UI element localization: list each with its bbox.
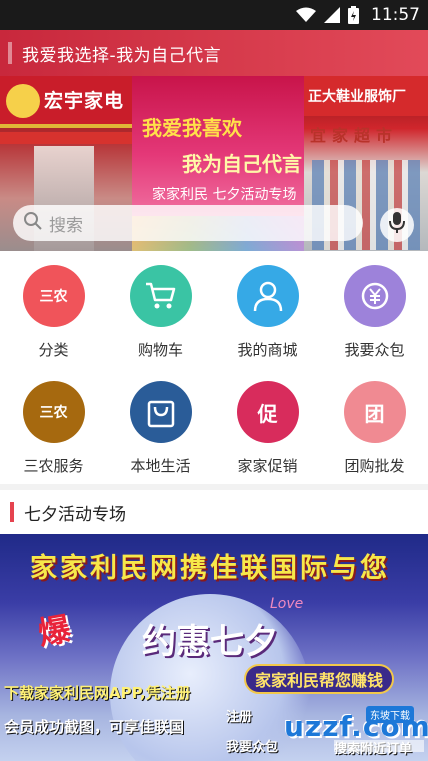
signal-icon xyxy=(324,7,340,23)
sannong-service-icon: 三农 xyxy=(22,381,85,443)
battery-charging-icon xyxy=(348,6,359,24)
sannong-icon: 三农 xyxy=(22,265,85,327)
app-screen: 11:57 我爱我选择-我为自己代言 宏宇家电 我爱我喜欢 我为自己代言 家家利… xyxy=(0,0,428,761)
yuan-icon xyxy=(343,265,406,327)
store-sign-right: 正大鞋业服饰厂 xyxy=(304,76,428,116)
grid-label: 购物车 xyxy=(137,341,183,359)
section-title: 七夕活动专场 xyxy=(24,504,126,525)
store-logo xyxy=(6,84,40,118)
store-name: 宏宇家电 xyxy=(44,90,125,112)
grid-label: 我要众包 xyxy=(344,341,405,359)
grid-label: 分类 xyxy=(38,341,69,359)
app-header: 我爱我选择-我为自己代言 xyxy=(0,30,428,76)
grid-item-category[interactable]: 三农 分类 xyxy=(0,251,107,367)
status-bar: 11:57 xyxy=(0,0,428,30)
microphone-icon xyxy=(389,212,405,238)
feature-grid: 三农 分类 购物车 我的商城 我要众包 三农 三农服务 本地生活 促 家家促销 … xyxy=(0,251,428,484)
banner-line-1: 我爱我喜欢 xyxy=(142,116,242,140)
watermark: uzzf.com 东坡下载 xyxy=(254,704,428,752)
group-buy-icon: 团 xyxy=(343,381,406,443)
store-sub-right: 宜家超市 xyxy=(310,126,399,145)
watermark-sub: 东坡下载 xyxy=(366,706,414,723)
promo-badge: 家家利民帮您赚钱 xyxy=(244,664,394,694)
cart-icon xyxy=(129,265,192,327)
grid-item-crowdsource[interactable]: 我要众包 xyxy=(321,251,428,367)
grid-item-promotion[interactable]: 促 家家促销 xyxy=(214,367,321,483)
search-placeholder: 搜索 xyxy=(49,215,83,236)
grid-item-cart[interactable]: 购物车 xyxy=(107,251,214,367)
grid-label: 三农服务 xyxy=(23,457,84,475)
promotion-icon: 促 xyxy=(236,381,299,443)
shopping-bag-icon xyxy=(129,381,192,443)
grid-label: 家家促销 xyxy=(237,457,298,475)
store-name-right: 正大鞋业服饰厂 xyxy=(308,89,406,105)
promo-qixi: 约惠七夕 xyxy=(142,622,278,662)
section-header: 七夕活动专场 xyxy=(0,490,428,534)
promo-bao: 爆 xyxy=(35,609,74,653)
banner-line-2: 我为自己代言 xyxy=(182,152,302,176)
wifi-icon xyxy=(296,7,316,23)
voice-search-button[interactable] xyxy=(380,208,414,242)
search-icon xyxy=(23,211,43,235)
promo-love: Love xyxy=(270,596,304,612)
section-accent xyxy=(10,502,14,522)
header-accent xyxy=(8,42,12,64)
banner-line-3: 家家利民 七夕活动专场 xyxy=(152,187,297,203)
store-sign: 宏宇家电 xyxy=(0,76,132,128)
grid-item-local-life[interactable]: 本地生活 xyxy=(107,367,214,483)
promo-line-2: 会员成功截图，可享佳联国 xyxy=(4,718,185,736)
grid-label: 本地生活 xyxy=(130,457,191,475)
promo-headline: 家家利民网携佳联国际与您 xyxy=(30,553,390,584)
grid-label: 我的商城 xyxy=(237,341,298,359)
promo-line-1: 下载家家利民网APP,凭注册 xyxy=(4,684,191,702)
grid-item-group-buy[interactable]: 团 团购批发 xyxy=(321,367,428,483)
promo-line-3: 注册 xyxy=(226,710,253,725)
grid-item-my-mall[interactable]: 我的商城 xyxy=(214,251,321,367)
grid-item-sannong-service[interactable]: 三农 三农服务 xyxy=(0,367,107,483)
search-input[interactable]: 搜索 xyxy=(13,205,363,241)
user-icon xyxy=(236,265,299,327)
grid-label: 团购批发 xyxy=(344,457,405,475)
clock: 11:57 xyxy=(371,5,420,25)
header-title: 我爱我选择-我为自己代言 xyxy=(22,45,222,66)
